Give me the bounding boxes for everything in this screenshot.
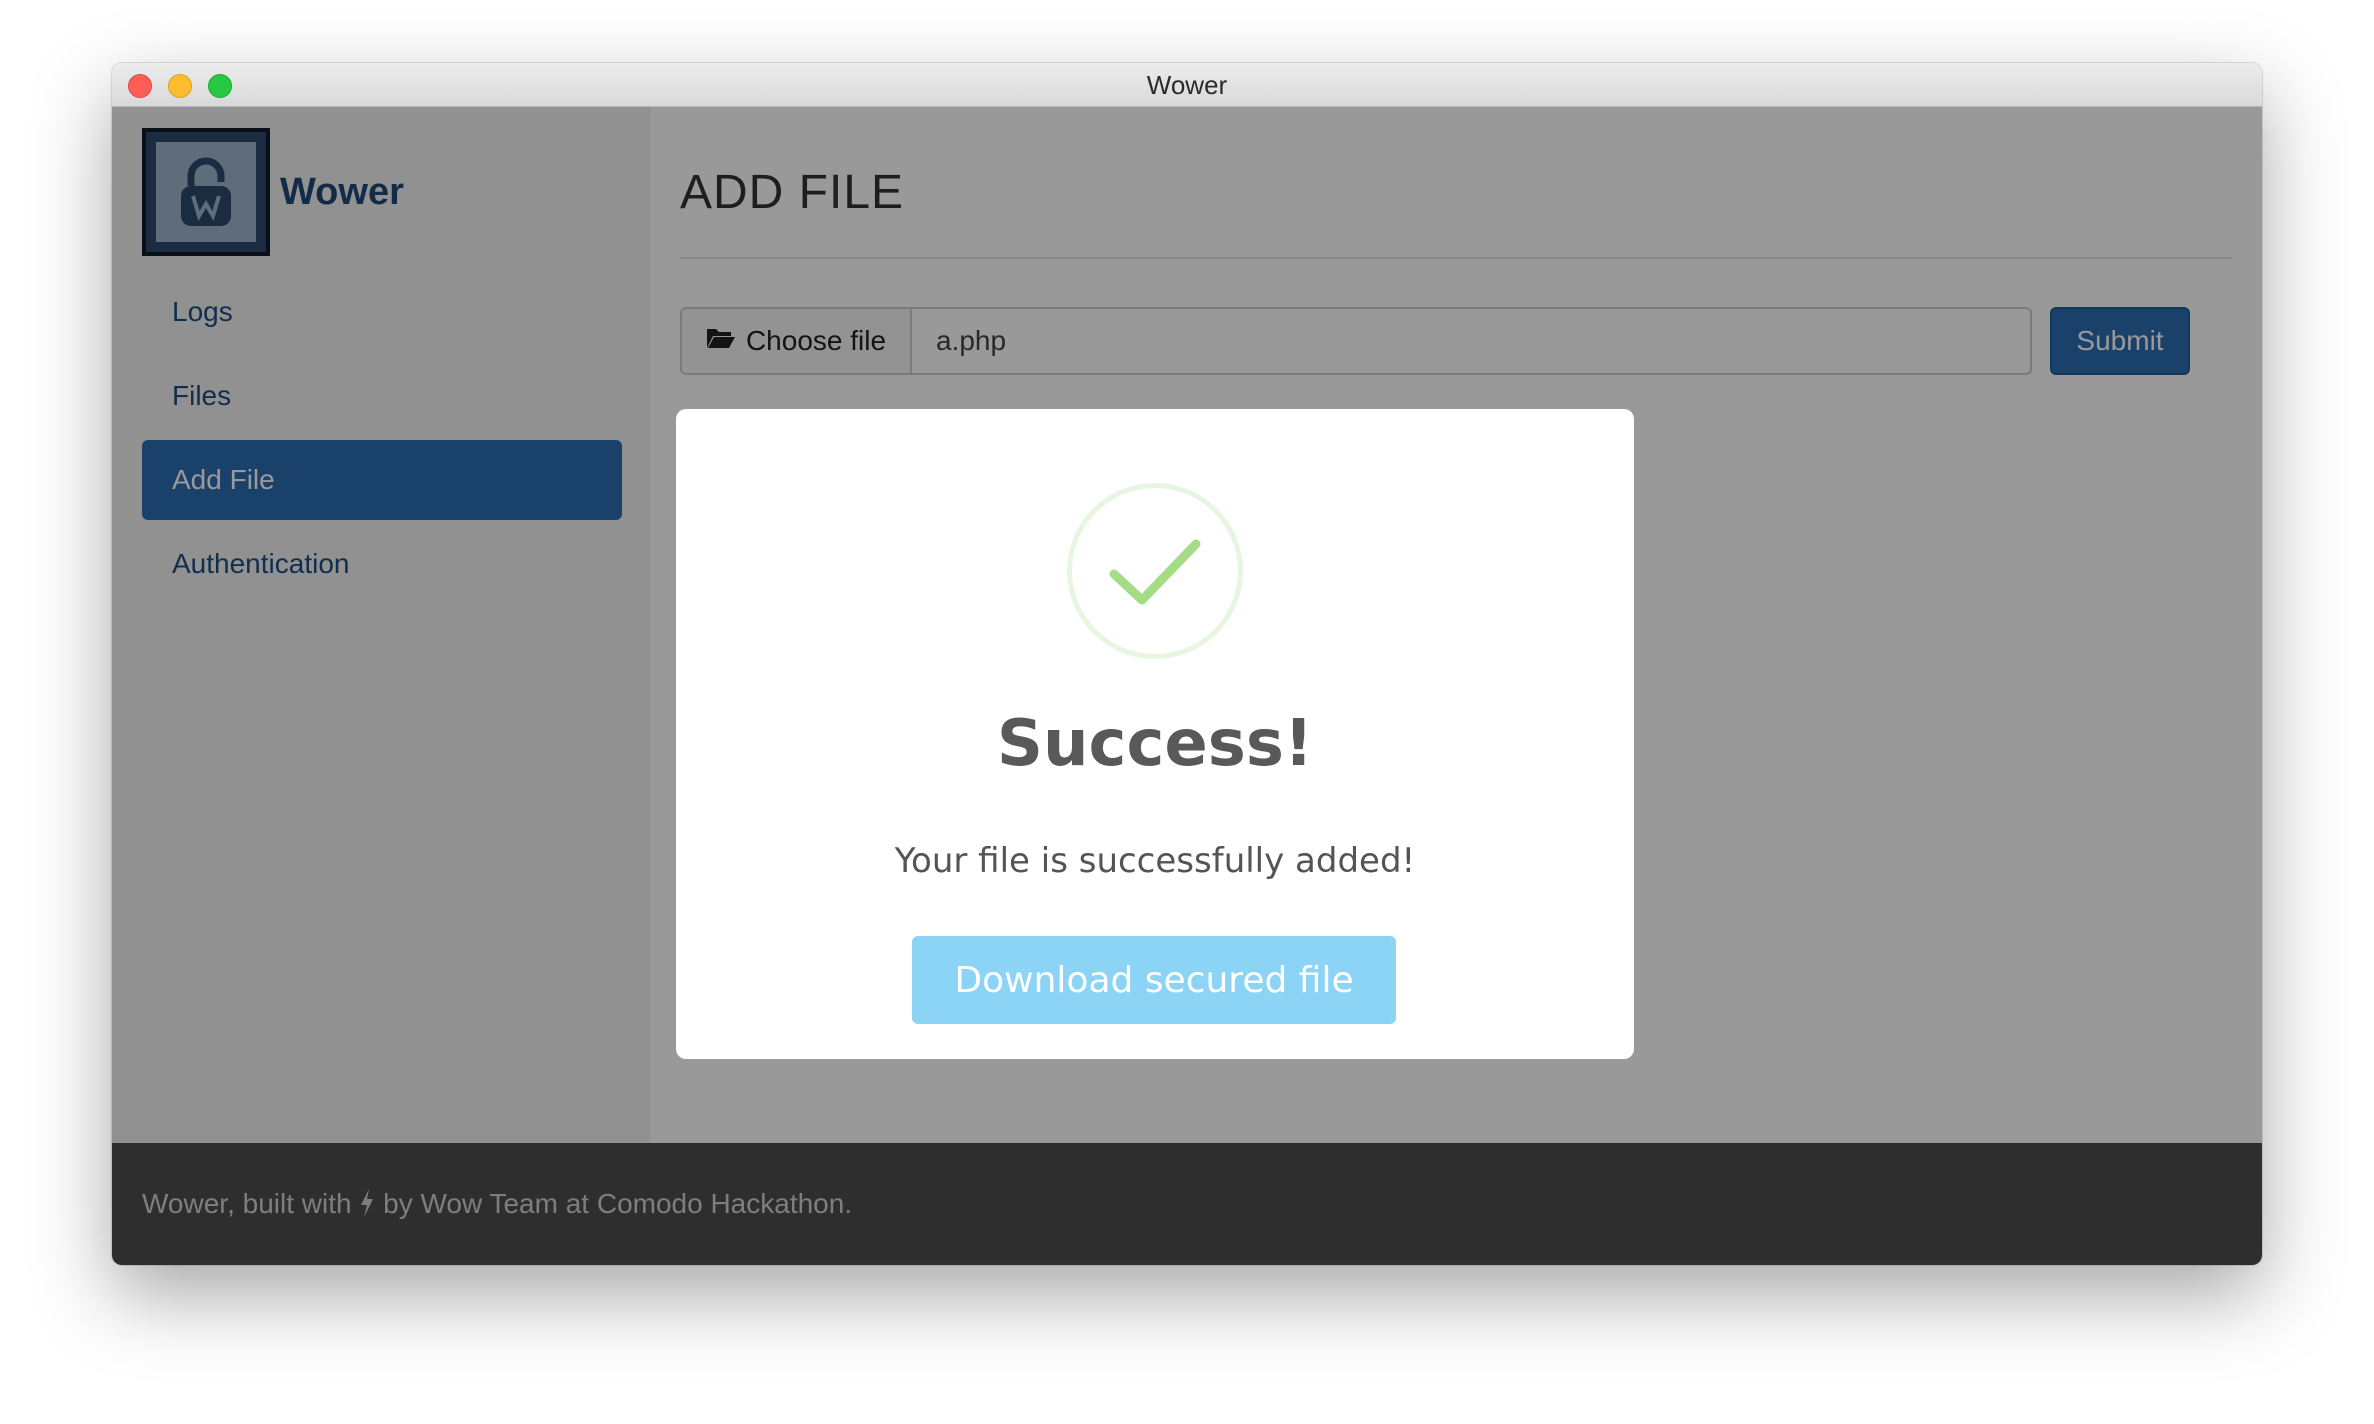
success-check-icon xyxy=(1067,483,1243,659)
app-body: Wower Logs Files Add File Authentication… xyxy=(112,107,2262,1265)
title-bar: Wower xyxy=(112,63,2262,107)
success-modal: Success! Your file is successfully added… xyxy=(676,409,1634,1059)
download-secured-file-button[interactable]: Download secured file xyxy=(912,936,1396,1024)
modal-message: Your file is successfully added! xyxy=(894,841,1416,881)
window-title: Wower xyxy=(1146,70,1228,100)
modal-title: Success! xyxy=(996,707,1314,781)
app-window: Wower Wower Logs Files Add File Authenti… xyxy=(112,63,2262,1265)
